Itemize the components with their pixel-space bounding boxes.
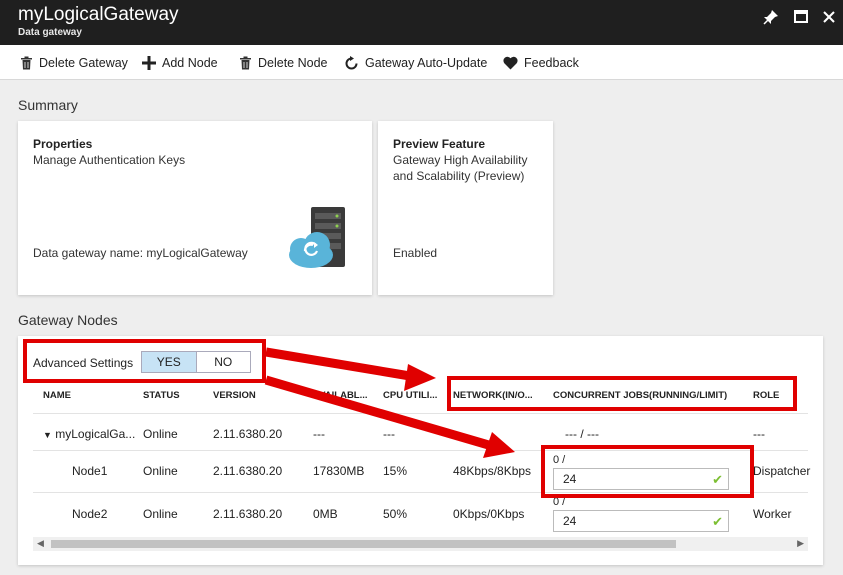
role-cell: Dispatcher (753, 464, 811, 478)
plus-icon (142, 56, 156, 70)
maximize-icon[interactable] (792, 8, 812, 28)
jobs-limit-value: 24 (563, 514, 577, 528)
delete-node-button[interactable]: Delete Node (239, 54, 328, 72)
available-cell: 0MB (313, 507, 338, 521)
manage-keys-text: Manage Authentication Keys (33, 153, 186, 167)
annotation-box-jobs-limit (541, 445, 754, 498)
name-cell: Node1 (72, 464, 108, 478)
page-subtitle: Data gateway (18, 27, 82, 38)
properties-title: Properties (33, 137, 93, 151)
refresh-icon (345, 55, 358, 69)
role-cell: Worker (753, 507, 792, 521)
add-node-label: Add Node (162, 56, 218, 70)
delete-node-label: Delete Node (258, 56, 328, 70)
version-cell: 2.11.6380.20 (213, 427, 283, 441)
feedback-button[interactable]: Feedback (503, 54, 579, 72)
preview-line-1: Gateway High Availability (393, 153, 528, 167)
version-cell: 2.11.6380.20 (213, 464, 283, 478)
heart-icon (503, 56, 518, 70)
header-divider (33, 413, 808, 414)
cpu-cell: 15% (383, 464, 408, 478)
pin-icon[interactable] (762, 8, 782, 28)
preview-feature-title: Preview Feature (393, 137, 486, 151)
col-status[interactable]: STATUS (143, 390, 180, 401)
chevron-down-icon[interactable]: ▼ (43, 430, 52, 440)
jobs-cell: --- / --- (565, 427, 599, 441)
col-version[interactable]: VERSION (213, 390, 256, 401)
col-available[interactable]: AVAILABL... (313, 390, 368, 401)
delete-gateway-button[interactable]: Delete Gateway (20, 54, 128, 72)
page-title: myLogicalGateway (18, 4, 179, 25)
trash-icon (21, 56, 32, 70)
gateway-name-text: Data gateway name: myLogicalGateway (33, 246, 248, 260)
horizontal-scrollbar[interactable]: ◀ ▶ (33, 537, 808, 551)
available-cell: --- (313, 427, 325, 441)
command-toolbar: Delete Gateway Add Node Delete Node Gate… (0, 45, 843, 80)
annotation-box-columns (447, 376, 797, 411)
close-icon[interactable] (820, 8, 840, 28)
group-name: myLogicalGa... (55, 427, 136, 441)
preview-feature-card[interactable]: Preview Feature Gateway High Availabilit… (378, 121, 553, 295)
network-cell: --- (453, 427, 465, 441)
col-cpu[interactable]: CPU UTILI... (383, 390, 437, 401)
role-cell: --- (753, 427, 765, 441)
preview-line-2: and Scalability (Preview) (393, 169, 525, 183)
gateway-auto-update-label: Gateway Auto-Update (365, 56, 488, 70)
network-cell: 48Kbps/8Kbps (453, 464, 532, 478)
status-cell: Online (143, 427, 178, 441)
delete-gateway-label: Delete Gateway (39, 56, 128, 70)
cloud-server-icon (289, 207, 345, 268)
jobs-limit-input[interactable]: 24 ✔ (553, 510, 729, 532)
checkmark-icon: ✔ (712, 514, 723, 529)
scroll-right-icon[interactable]: ▶ (797, 538, 804, 549)
annotation-box-advanced-settings (23, 339, 266, 383)
feedback-label: Feedback (524, 56, 579, 70)
status-cell: Online (143, 464, 178, 478)
scrollbar-thumb[interactable] (51, 540, 676, 548)
version-cell: 2.11.6380.20 (213, 507, 283, 521)
scroll-left-icon[interactable]: ◀ (37, 538, 44, 549)
properties-card[interactable]: Properties Manage Authentication Keys Da… (18, 121, 372, 295)
add-node-button[interactable]: Add Node (142, 54, 218, 72)
name-cell: Node2 (72, 507, 108, 521)
cpu-cell: --- (383, 427, 395, 441)
group-name-cell: ▼ myLogicalGa... (43, 427, 135, 441)
gateway-auto-update-button[interactable]: Gateway Auto-Update (344, 54, 487, 72)
summary-heading: Summary (18, 97, 78, 113)
network-cell: 0Kbps/0Kbps (453, 507, 525, 521)
col-name[interactable]: NAME (43, 390, 71, 401)
gateway-nodes-heading: Gateway Nodes (18, 312, 118, 328)
preview-status: Enabled (393, 246, 438, 260)
cpu-cell: 50% (383, 507, 408, 521)
available-cell: 17830MB (313, 464, 365, 478)
title-bar: myLogicalGateway Data gateway (0, 0, 843, 45)
status-cell: Online (143, 507, 178, 521)
trash-icon (240, 56, 251, 70)
